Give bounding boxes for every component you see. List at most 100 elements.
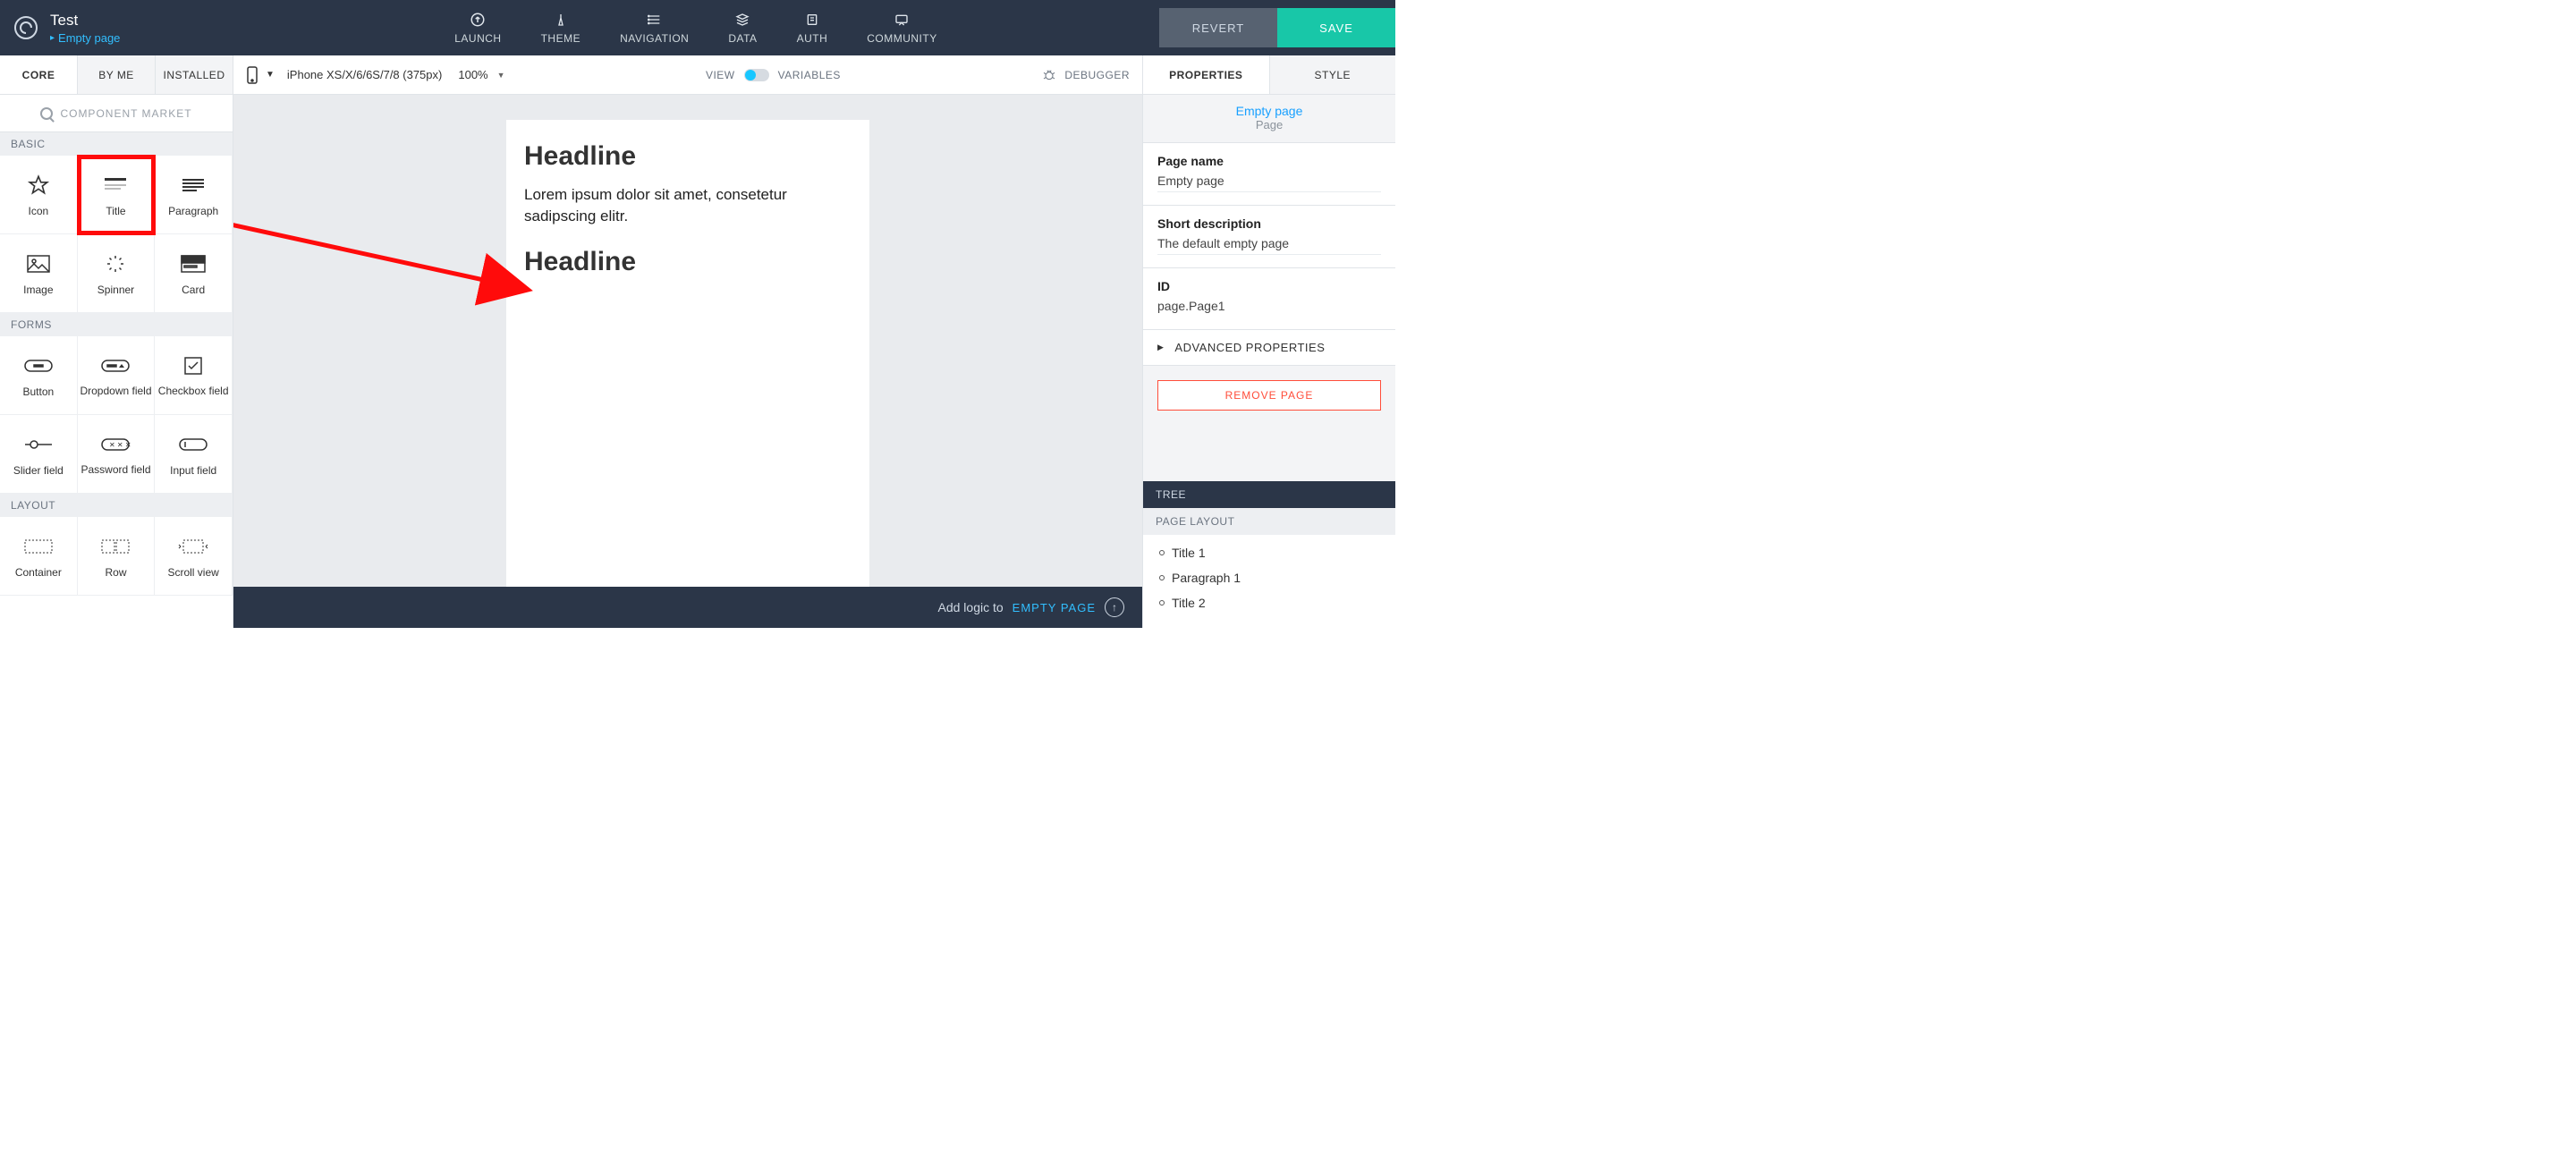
title-block-icon [101,173,130,198]
spinner-icon [105,251,126,276]
canvas-toolbar: ▼ iPhone XS/X/6/6S/7/8 (375px) 100% VIEW… [233,55,1142,95]
logic-bar[interactable]: Add logic to EMPTY PAGE ↑ [233,587,1142,628]
components-tabs: CORE BY ME INSTALLED [0,55,233,95]
component-dropdown-field-label: Dropdown field [80,385,151,398]
canvas-title-2[interactable]: Headline [524,247,852,277]
nav-navigation[interactable]: NAVIGATION [600,0,708,55]
remove-page-button[interactable]: REMOVE PAGE [1157,380,1381,411]
component-title-label: Title [106,205,125,217]
top-actions: REVERT SAVE [1159,0,1395,55]
id-value: page.Page1 [1157,299,1381,317]
dropdown-icon [100,353,131,378]
breadcrumb-type: Page [1143,118,1395,131]
nav-auth-label: AUTH [797,32,828,45]
component-button[interactable]: Button [0,336,78,415]
canvas-area: ▼ iPhone XS/X/6/6S/7/8 (375px) 100% VIEW… [233,55,1142,628]
revert-button[interactable]: REVERT [1159,8,1277,47]
component-spinner[interactable]: Spinner [78,234,156,313]
debugger-label: DEBUGGER [1064,69,1130,81]
page-name-field: Page name Empty page [1143,142,1395,206]
nav-theme-label: THEME [541,32,581,45]
component-scroll-view[interactable]: Scroll view [155,517,233,596]
section-basic-header: BASIC [0,132,233,156]
canvas-paragraph-1[interactable]: Lorem ipsum dolor sit amet, consetetur s… [524,184,852,227]
zoom-picker[interactable]: 100% [458,68,504,81]
nav-auth[interactable]: AUTH [777,0,848,55]
tree-body: Title 1 Paragraph 1 Title 2 [1143,535,1395,628]
id-field: ID page.Page1 [1143,268,1395,330]
page-name-input[interactable]: Empty page [1157,174,1381,192]
properties-breadcrumb: Empty page Page [1143,95,1395,142]
component-input-field[interactable]: Input field [155,415,233,494]
component-icon[interactable]: Icon [0,156,78,234]
bullet-icon [1159,550,1165,555]
expand-logic-icon[interactable]: ↑ [1105,597,1124,617]
component-password-field[interactable]: ✕ ✕ ✕ Password field [78,415,156,494]
paragraph-block-icon [179,173,208,198]
device-frame[interactable]: Headline Lorem ipsum dolor sit amet, con… [506,120,869,603]
component-dropdown-field[interactable]: Dropdown field [78,336,156,415]
tab-by-me[interactable]: BY ME [78,55,156,94]
project-page-link[interactable]: ▸ Empty page [50,31,120,45]
component-market-button[interactable]: COMPONENT MARKET [0,95,233,132]
component-row-label: Row [105,566,126,579]
logic-bar-link[interactable]: EMPTY PAGE [1013,601,1096,614]
device-picker-label: iPhone XS/X/6/6S/7/8 (375px) [287,68,442,81]
card-icon [180,251,207,276]
short-description-input[interactable]: The default empty page [1157,236,1381,255]
component-checkbox-field[interactable]: Checkbox field [155,336,233,415]
svg-text:✕ ✕ ✕: ✕ ✕ ✕ [109,441,131,449]
debugger-button[interactable]: DEBUGGER [1041,68,1130,82]
tab-installed[interactable]: INSTALLED [156,55,233,94]
bullet-icon [1159,575,1165,580]
component-market-label: COMPONENT MARKET [60,107,191,120]
zoom-value: 100% [458,68,487,81]
component-image-label: Image [23,284,53,296]
app-logo-icon [14,16,38,39]
container-icon [23,534,54,559]
component-paragraph[interactable]: Paragraph [155,156,233,234]
component-input-field-label: Input field [170,464,216,477]
advanced-properties-toggle[interactable]: ADVANCED PROPERTIES [1143,330,1395,366]
canvas-viewport[interactable]: Headline Lorem ipsum dolor sit amet, con… [233,95,1142,628]
component-image[interactable]: Image [0,234,78,313]
toggle-switch-icon [744,69,769,81]
input-icon [178,432,208,457]
tab-properties[interactable]: PROPERTIES [1143,55,1270,94]
phone-icon [246,66,258,84]
chevron-down-icon: ▼ [266,70,275,80]
top-bar: Test ▸ Empty page LAUNCH THEME NAVIGATIO… [0,0,1395,55]
nav-data-label: DATA [728,32,757,45]
page-name-label: Page name [1157,154,1381,168]
tab-style[interactable]: STYLE [1270,55,1396,94]
bug-icon [1041,68,1057,82]
tab-core[interactable]: CORE [0,55,78,94]
section-forms-header: FORMS [0,313,233,336]
tree-item-title-2[interactable]: Title 2 [1156,590,1383,615]
main-area: CORE BY ME INSTALLED COMPONENT MARKET BA… [0,55,1395,628]
breadcrumb-name[interactable]: Empty page [1143,104,1395,118]
nav-launch[interactable]: LAUNCH [435,0,521,55]
save-button[interactable]: SAVE [1277,8,1395,47]
data-icon [734,11,750,29]
navigation-icon [647,11,663,29]
component-icon-label: Icon [28,205,48,217]
nav-community[interactable]: COMMUNITY [847,0,957,55]
row-icon [100,534,131,559]
canvas-title-1[interactable]: Headline [524,141,852,172]
component-container[interactable]: Container [0,517,78,596]
component-scroll-view-label: Scroll view [167,566,218,579]
device-picker[interactable]: ▼ iPhone XS/X/6/6S/7/8 (375px) [246,66,442,84]
project-page-label: Empty page [58,31,120,45]
component-slider-field[interactable]: Slider field [0,415,78,494]
component-title[interactable]: Title [78,156,156,234]
nav-data[interactable]: DATA [708,0,776,55]
tree-item-title-1[interactable]: Title 1 [1156,540,1383,565]
nav-theme[interactable]: THEME [521,0,601,55]
logic-bar-prefix: Add logic to [938,600,1004,614]
component-container-label: Container [15,566,62,579]
component-card[interactable]: Card [155,234,233,313]
view-variables-toggle[interactable]: VIEW VARIABLES [706,69,841,81]
tree-item-paragraph-1[interactable]: Paragraph 1 [1156,565,1383,590]
component-row[interactable]: Row [78,517,156,596]
